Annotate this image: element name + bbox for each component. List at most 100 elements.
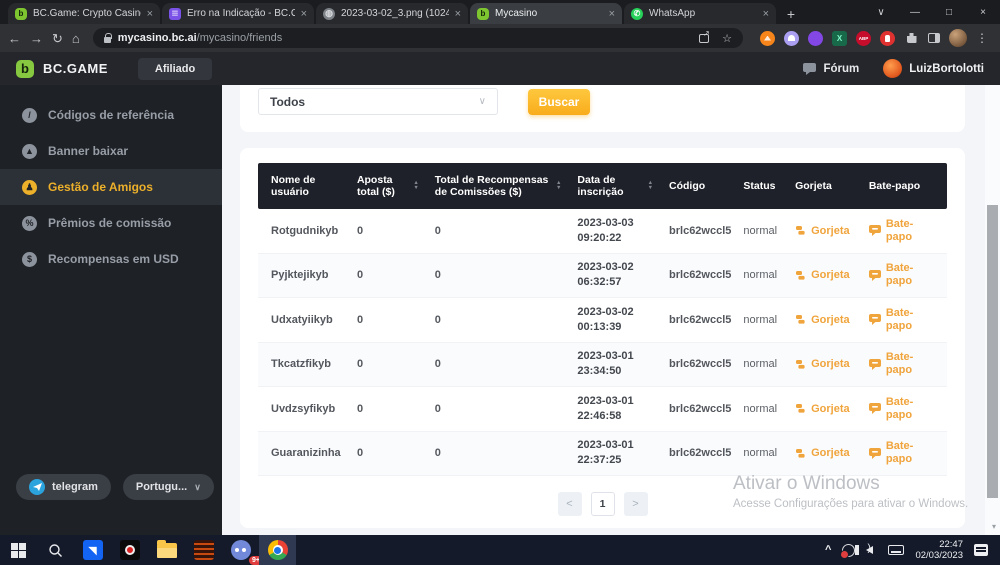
sidebar-item-banner-download[interactable]: ▲ Banner baixar — [0, 133, 222, 169]
metamask-extension-icon[interactable] — [760, 31, 775, 46]
scrollbar-thumb[interactable] — [987, 205, 998, 498]
tab-close-icon[interactable]: × — [147, 8, 153, 20]
user-chip[interactable]: LuizBortolotti — [883, 59, 984, 78]
sidebar-item-commission-rewards[interactable]: % Prêmios de comissão — [0, 205, 222, 241]
chat-link[interactable]: Bate-papo — [861, 307, 947, 333]
tab-png-image[interactable]: ◍ 2023-03-02_3.png (1024×76 × — [316, 3, 468, 24]
sort-icon[interactable]: ▲▼ — [648, 181, 653, 191]
side-panel-icon[interactable] — [928, 33, 940, 43]
language-selector[interactable]: Portugu... ∨ — [123, 474, 214, 500]
content-area: Todos ∨ Buscar Nome de usuário Aposta to… — [222, 85, 1000, 535]
browser-profile-avatar[interactable] — [949, 29, 967, 47]
cell-signup-date: 2023-03-0200:13:39 — [569, 305, 661, 335]
adblock-extension-icon[interactable]: ABP — [856, 31, 871, 46]
cell-status: normal — [735, 314, 787, 326]
chat-link[interactable]: Bate-papo — [861, 262, 947, 288]
tip-link[interactable]: Gorjeta — [787, 225, 861, 237]
col-header-commission-rewards[interactable]: Total de Recompensas de Comissões ($) ▲▼ — [427, 174, 570, 198]
sidebar-item-friends-management[interactable]: ♟ Gestão de Amigos — [0, 169, 222, 205]
taskbar-utility-app[interactable] — [185, 535, 222, 565]
brand-name[interactable]: BC.GAME — [43, 61, 108, 76]
col-header-signup-date[interactable]: Data de inscrição ▲▼ — [569, 174, 661, 198]
friends-icon: ♟ — [22, 180, 37, 195]
tab-search-chevron-icon[interactable]: ∨ — [864, 0, 898, 24]
tab-whatsapp[interactable]: ✆ WhatsApp × — [624, 3, 776, 24]
pagination-prev-button[interactable]: < — [558, 492, 582, 516]
tab-bcgame-home[interactable]: b BC.Game: Crypto Casino Gan × — [8, 3, 160, 24]
tab-close-icon[interactable]: × — [301, 8, 307, 20]
affiliate-button[interactable]: Afiliado — [138, 58, 212, 80]
taskbar-file-explorer[interactable] — [148, 535, 185, 565]
taskbar-search-button[interactable] — [37, 535, 74, 565]
window-close-button[interactable]: × — [966, 0, 1000, 24]
sidebar-item-label: Prêmios de comissão — [48, 216, 171, 230]
tray-expand-icon[interactable]: ^ — [825, 544, 831, 556]
cell-total-bet: 0 — [349, 358, 427, 370]
back-button[interactable]: ← — [8, 32, 21, 45]
discord-icon — [231, 540, 251, 560]
chat-link[interactable]: Bate-papo — [861, 351, 947, 377]
cell-status: normal — [735, 358, 787, 370]
extensions-puzzle-icon[interactable] — [904, 31, 919, 46]
window-maximize-button[interactable]: □ — [932, 0, 966, 24]
window-minimize-button[interactable]: — — [898, 0, 932, 24]
blocker-extension-icon[interactable] — [880, 31, 895, 46]
pagination-next-button[interactable]: > — [624, 492, 648, 516]
bcgame-logo-icon[interactable]: b — [16, 60, 34, 78]
home-button[interactable]: ⌂ — [72, 32, 80, 45]
cell-commission: 0 — [427, 314, 570, 326]
telegram-button[interactable]: telegram — [16, 474, 111, 500]
network-status-icon[interactable] — [842, 544, 855, 557]
volume-icon[interactable] — [866, 546, 873, 554]
share-icon[interactable] — [699, 34, 709, 43]
bookmark-star-icon[interactable]: ☆ — [722, 32, 732, 45]
cell-status: normal — [735, 403, 787, 415]
new-tab-button[interactable]: + — [778, 3, 804, 24]
cell-commission: 0 — [427, 269, 570, 281]
forum-link[interactable]: Fórum — [803, 63, 859, 75]
chat-link[interactable]: Bate-papo — [861, 218, 947, 244]
taskbar-game-app[interactable] — [111, 535, 148, 565]
wallet-extension-icon[interactable] — [808, 31, 823, 46]
chat-link[interactable]: Bate-papo — [861, 440, 947, 466]
tip-link[interactable]: Gorjeta — [787, 447, 861, 459]
sidebar-item-usd-rewards[interactable]: $ Recompensas em USD — [0, 241, 222, 277]
filter-dropdown[interactable]: Todos ∨ — [258, 88, 498, 115]
tip-link[interactable]: Gorjeta — [787, 314, 861, 326]
tab-close-icon[interactable]: × — [455, 8, 461, 20]
col-header-chat: Bate-papo — [861, 180, 947, 192]
taskbar-clock[interactable]: 22:47 02/03/2023 — [915, 539, 963, 561]
tab-close-icon[interactable]: × — [609, 8, 615, 20]
col-header-total-bet[interactable]: Aposta total ($) ▲▼ — [349, 174, 427, 198]
tip-link[interactable]: Gorjeta — [787, 358, 861, 370]
sheets-extension-icon[interactable]: X — [832, 31, 847, 46]
tip-link[interactable]: Gorjeta — [787, 403, 861, 415]
browser-menu-icon[interactable]: ⋮ — [976, 31, 988, 45]
tab-erro-indicacao[interactable]: ≡ Erro na Indicação - BC.Game × — [162, 3, 314, 24]
tip-link[interactable]: Gorjeta — [787, 269, 861, 281]
tab-close-icon[interactable]: × — [763, 8, 769, 20]
cell-commission: 0 — [427, 358, 570, 370]
phantom-extension-icon[interactable] — [784, 31, 799, 46]
forward-button[interactable]: → — [30, 32, 43, 45]
address-bar[interactable]: mycasino.bc.ai/mycasino/friends ☆ — [93, 28, 743, 48]
taskbar-chrome-active[interactable] — [259, 535, 296, 565]
tab-mycasino-active[interactable]: b Mycasino × — [470, 3, 622, 24]
pagination-page-1[interactable]: 1 — [591, 492, 615, 516]
sort-icon[interactable]: ▲▼ — [413, 181, 418, 191]
sidebar-item-referral-codes[interactable]: / Códigos de referência — [0, 97, 222, 133]
scrollbar-down-arrow-icon[interactable]: ▾ — [992, 522, 996, 531]
taskbar-amd-app[interactable]: ◥ — [74, 535, 111, 565]
chat-link[interactable]: Bate-papo — [861, 396, 947, 422]
tab-title: Erro na Indicação - BC.Game — [187, 8, 295, 19]
touch-keyboard-icon[interactable] — [888, 545, 904, 555]
reload-button[interactable]: ↻ — [52, 32, 63, 45]
search-button[interactable]: Buscar — [528, 89, 590, 115]
scrollbar-track[interactable]: ▾ — [985, 85, 1000, 535]
bcgame-favicon-icon: b — [15, 8, 27, 20]
cell-username: Pyjktejikyb — [258, 269, 349, 281]
sort-icon[interactable]: ▲▼ — [556, 181, 561, 191]
taskbar-discord[interactable]: 9+ — [222, 535, 259, 565]
start-button[interactable] — [0, 535, 37, 565]
action-center-icon[interactable] — [974, 544, 988, 556]
